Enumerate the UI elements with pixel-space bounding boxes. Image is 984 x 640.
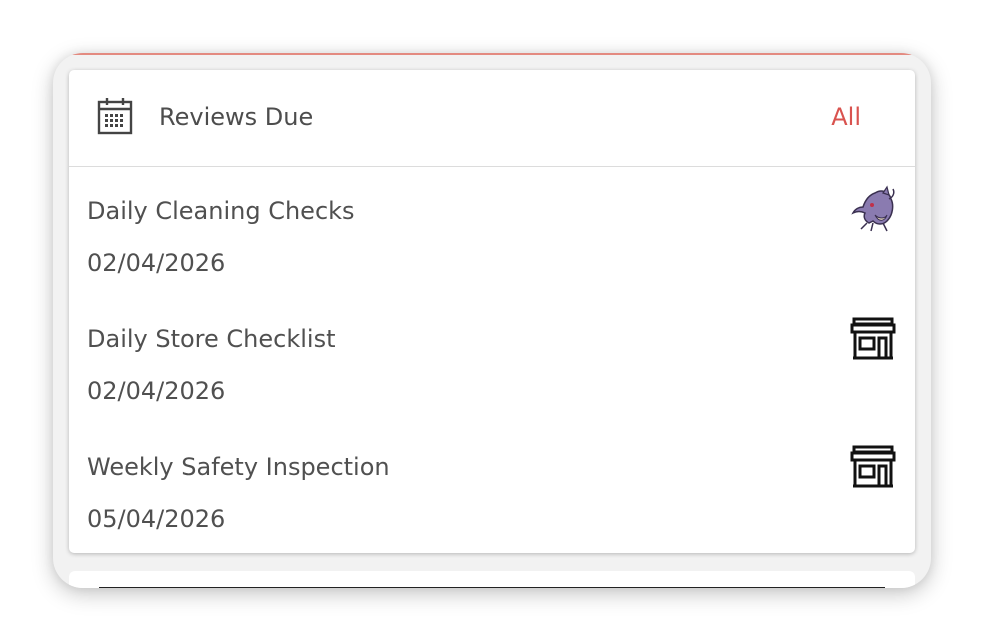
review-title: Daily Store Checklist [87,325,336,353]
review-date: 02/04/2026 [87,249,226,277]
store-icon [850,317,896,360]
all-reviews-link[interactable]: All [831,103,861,131]
accent-line [53,53,931,55]
card-title: Reviews Due [159,103,314,131]
divider [99,587,885,588]
avatar-creature-icon [851,185,895,232]
calendar-icon [97,98,133,135]
store-icon [850,445,896,488]
review-item-weekly-safety-inspection[interactable]: Weekly Safety Inspection 05/04/2026 [69,423,915,551]
review-title: Weekly Safety Inspection [87,453,390,481]
review-date: 05/04/2026 [87,505,226,533]
widget-frame: Reviews Due All Daily Cleaning Checks 02… [53,53,931,588]
review-item-daily-store-checklist[interactable]: Daily Store Checklist 02/04/2026 [69,295,915,423]
review-item-daily-cleaning-checks[interactable]: Daily Cleaning Checks 02/04/2026 [69,167,915,295]
reviews-due-card: Reviews Due All Daily Cleaning Checks 02… [69,70,915,553]
card-header: Reviews Due All [69,70,915,167]
review-date: 02/04/2026 [87,377,226,405]
reviews-list: Daily Cleaning Checks 02/04/2026 Daily S… [69,167,915,551]
next-card-partial [69,571,915,588]
review-title: Daily Cleaning Checks [87,197,355,225]
